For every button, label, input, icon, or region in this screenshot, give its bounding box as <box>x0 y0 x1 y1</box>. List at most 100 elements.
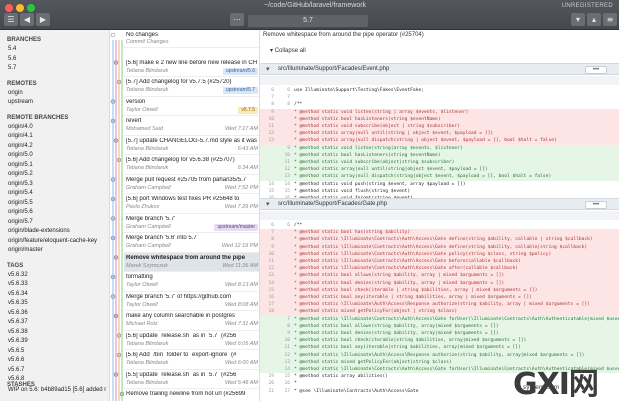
old-line-number: 15 <box>268 188 274 194</box>
collapse-all-button[interactable]: ▾ Collapse all <box>270 47 306 54</box>
tag-item[interactable]: v5.6.33 <box>0 280 109 290</box>
back-button[interactable]: ◀ <box>20 13 34 26</box>
menu-button[interactable]: ≡ <box>603 13 617 26</box>
remote-branch-item[interactable]: origin/5.2 <box>0 170 109 180</box>
branch-item[interactable]: 5.7 <box>0 64 109 74</box>
commit-row[interactable]: [5.5] update `release.sh` as in `5.7` (#… <box>124 370 259 389</box>
commit-row[interactable]: [5.6] Add `/bin` folder to `export-ignor… <box>124 350 259 370</box>
code-text: * @method static \Illuminate\Contracts\A… <box>294 244 588 250</box>
watermark-logo: GXI网 system.com <box>513 361 613 401</box>
tag-item[interactable]: v5.6.37 <box>0 318 109 328</box>
commit-row[interactable]: [5.6] Add changelog for v5.6.38 (#25707)… <box>124 155 259 175</box>
commit-row[interactable]: Merge branch '5.6' into 5.7 Graham Campbe… <box>124 233 259 253</box>
file-actions-button[interactable]: ••• <box>585 201 607 209</box>
more-options-button[interactable]: ⋯ <box>230 13 244 26</box>
stash-item[interactable]: WIP on 5.6: b4b89ad15 [5.6] added r <box>0 386 109 396</box>
remote-branch-item[interactable]: origin/5.4 <box>0 189 109 199</box>
commit-row[interactable]: [5.7] update CHANGELOG-5.7.md style as i… <box>124 136 259 155</box>
fetch-down-button[interactable]: ▾ <box>571 13 585 26</box>
hunk-header <box>260 76 619 85</box>
diff-line: 7 * @method static bool has(string $abil… <box>260 229 619 237</box>
branch-item[interactable]: 5.6 <box>0 55 109 65</box>
hunk-header <box>260 211 619 220</box>
old-line-number: 6 <box>271 88 274 93</box>
disclosure-icon[interactable]: ▾ <box>266 65 270 73</box>
tag-item[interactable]: v5.6.6 <box>0 356 109 366</box>
branch-item[interactable]: 5.4 <box>0 45 109 55</box>
remote-item[interactable]: upstream <box>0 98 109 108</box>
commit-row[interactable]: No changes Commit Changes <box>124 30 259 48</box>
diff-line: 12 * @method static array|null until(str… <box>260 130 619 138</box>
tag-item[interactable]: v5.6.35 <box>0 299 109 309</box>
commit-subject: Merge pull request #25705 from pahan35/5… <box>126 176 247 183</box>
commit-row[interactable]: Merge pull request #25705 from pahan35/5… <box>124 175 259 194</box>
file-actions-button[interactable]: ••• <box>585 66 607 74</box>
tag-item[interactable]: v5.6.38 <box>0 328 109 338</box>
commit-row[interactable]: Remove trailing newline from hot url (#2… <box>124 389 259 401</box>
commit-dot <box>110 274 116 280</box>
tag-item[interactable]: v5.6.39 <box>0 337 109 347</box>
commit-row[interactable]: formatting Taylor Otwell Wed 8:13 AM <box>124 272 259 292</box>
diff-line: 77 <box>260 94 619 101</box>
disclosure-icon[interactable]: ▾ <box>266 200 270 208</box>
commit-row[interactable]: [5.6] update `release.sh` as in `5.7` (#… <box>124 331 259 350</box>
remote-branch-item[interactable]: origin/4.0 <box>0 123 109 133</box>
tag-item[interactable]: v5.6.34 <box>0 290 109 300</box>
commit-row[interactable]: Merge branch '5.7' Graham Campbell upstrea… <box>124 214 259 233</box>
tag-item[interactable]: v5.6.5 <box>0 347 109 357</box>
remote-branch-item[interactable]: origin/5.7 <box>0 218 109 228</box>
remote-branch-item[interactable]: origin/5.3 <box>0 180 109 190</box>
commit-row[interactable]: Remove whitespace from around the pipe Ma… <box>124 252 259 272</box>
code-text: * @method static \Illuminate\Contracts\A… <box>294 266 519 272</box>
file-header[interactable]: ▾ src/Illuminate/Support/Facades/Event.ph… <box>260 63 619 75</box>
remote-branch-item[interactable]: origin/4.2 <box>0 142 109 152</box>
remote-branch-item[interactable]: origin/feature/eloquent-cache-key <box>0 237 109 247</box>
commit-row[interactable]: [5.7] Add changelog for v5.7.5 (#25720) T… <box>124 77 259 97</box>
remote-branch-item[interactable]: origin/blade-extensions <box>0 227 109 237</box>
code-text: * @method static bool hasListeners(strin… <box>294 116 441 122</box>
push-up-button[interactable]: ▴ <box>587 13 601 26</box>
commit-dot <box>110 32 116 38</box>
forward-button[interactable]: ▶ <box>36 13 50 26</box>
commit-row[interactable]: make any column searchable in postgres Mi… <box>124 311 259 331</box>
remote-branch-item[interactable]: origin/5.0 <box>0 151 109 161</box>
new-line-number: 15 <box>284 374 290 380</box>
commit-row[interactable]: Merge branch '5.7' of https://github.com… <box>124 292 259 311</box>
close-window-icon[interactable] <box>5 4 13 12</box>
commit-subject: version <box>126 98 146 105</box>
remote-branch-item[interactable]: origin/master <box>0 246 109 256</box>
maximize-window-icon[interactable] <box>27 4 35 12</box>
remote-branch-item[interactable]: origin/5.6 <box>0 208 109 218</box>
commit-graph <box>110 32 124 401</box>
new-line-number: 6 <box>287 88 290 93</box>
commit-author: Taylor Otwell <box>126 301 158 308</box>
code-text: * @method static mixed getPolicyFor(obje… <box>294 309 458 315</box>
commit-author: Taylor Otwell <box>126 106 158 113</box>
sidebar-toggle-button[interactable]: ☰ <box>4 13 18 26</box>
remote-branch-item[interactable]: origin/5.1 <box>0 161 109 171</box>
commit-subject: [5.6] Add changelog for v5.6.38 (#25707) <box>126 157 235 163</box>
tag-item[interactable]: v5.6.7 <box>0 366 109 376</box>
new-line-number: 6 <box>287 223 290 228</box>
file-header[interactable]: ▾ src/Illuminate/Support/Facades/Gate.php… <box>260 198 619 210</box>
commit-date: Wed 12:19 PM <box>221 243 258 249</box>
remote-branch-item[interactable]: origin/4.1 <box>0 132 109 142</box>
commit-row[interactable]: [5.6] port Windows test fixes PR #25648 … <box>124 194 259 214</box>
commit-row[interactable]: [5.6] make e 2 new line before new relea… <box>124 58 259 77</box>
app-window: ~/code/GitHub/laravel/framework UNREGIST… <box>0 0 619 401</box>
code-text: * @method static \Illuminate\Contracts\A… <box>294 316 619 322</box>
commit-dot <box>113 138 119 143</box>
current-branch-selector[interactable]: 5.7 <box>248 15 368 27</box>
diff-line: 9 * @method static \Illuminate\Contracts… <box>260 243 619 251</box>
code-text: * @method static bool any(iterable | str… <box>294 295 532 300</box>
minimize-window-icon[interactable] <box>16 4 24 12</box>
commit-subject: Merge branch '5.7' of https://github.com <box>126 293 232 300</box>
commit-subject: [5.5] update `release.sh` as in `5.7` (#… <box>126 371 237 378</box>
code-text: * @method static void subscribe(object |… <box>294 124 460 129</box>
tag-item[interactable]: v5.6.32 <box>0 271 109 281</box>
remote-item[interactable]: origin <box>0 89 109 99</box>
commit-row[interactable]: revert Mohamed Said Wed 7:27 AM <box>124 116 259 136</box>
commit-row[interactable]: version Taylor Otwell v5.7.5 <box>124 97 259 116</box>
remote-branch-item[interactable]: origin/5.5 <box>0 199 109 209</box>
tag-item[interactable]: v5.6.36 <box>0 309 109 319</box>
